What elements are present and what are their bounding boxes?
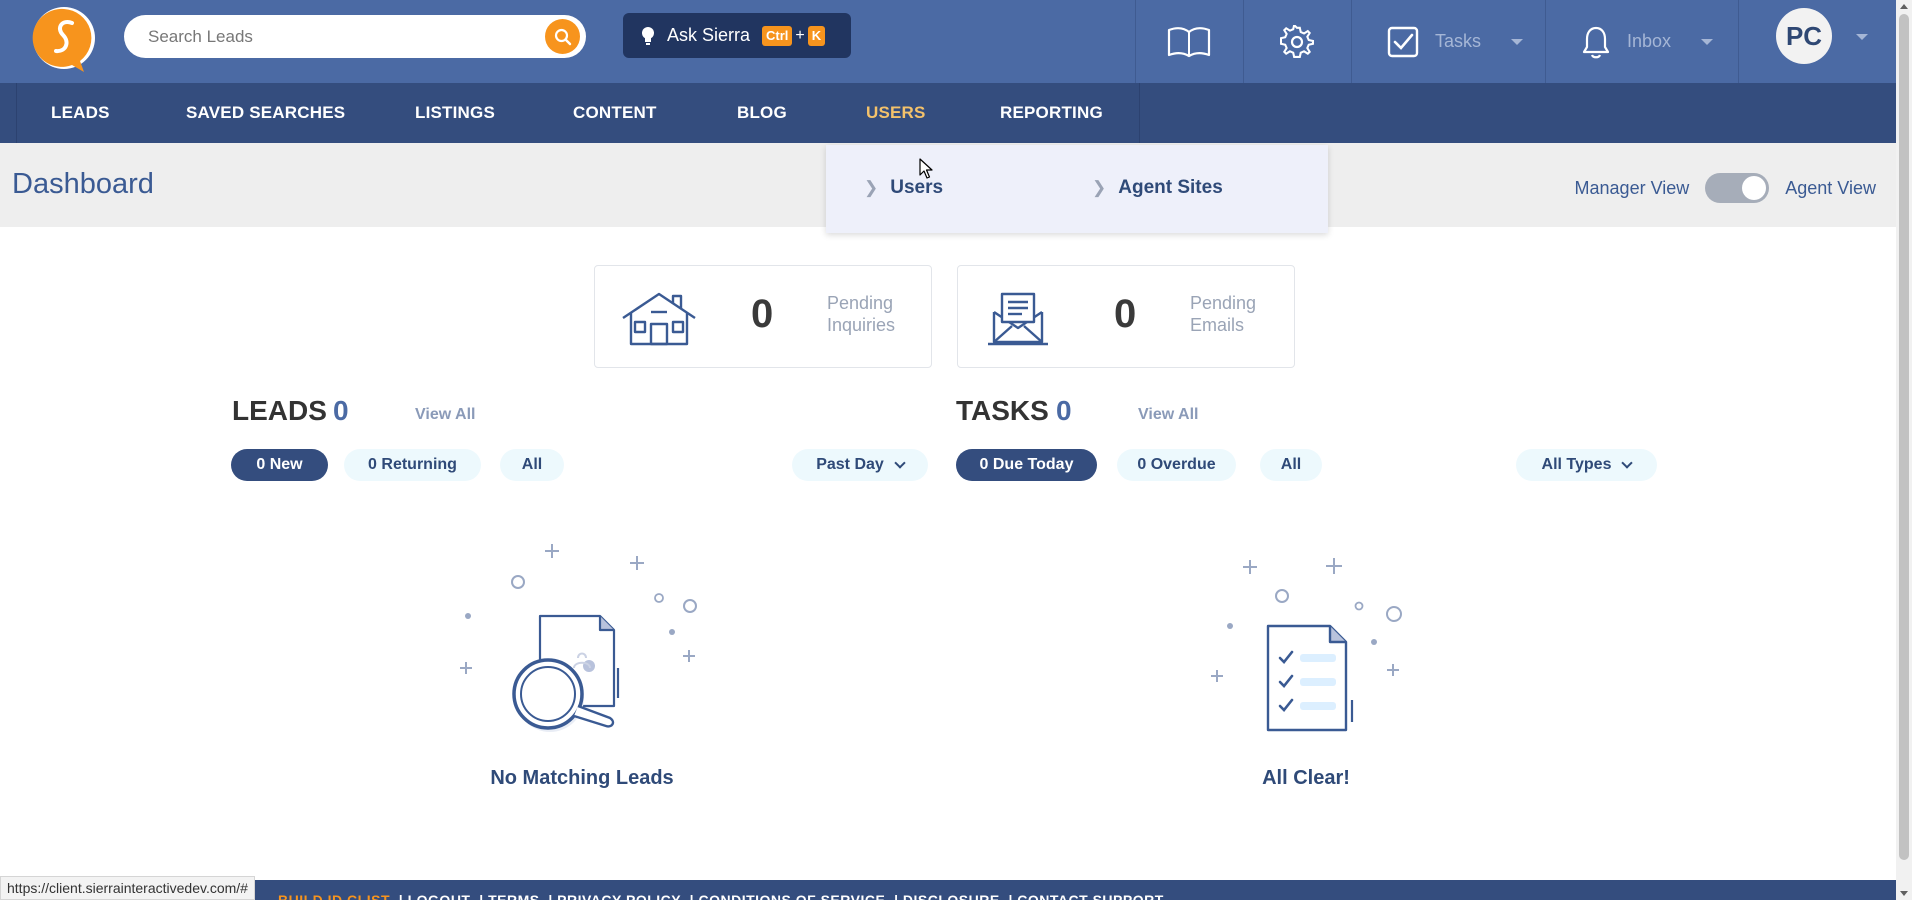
mouse-cursor-icon	[919, 158, 933, 179]
tasks-section-title: TASKS	[956, 395, 1049, 426]
stat-label-line: Pending	[1190, 293, 1257, 313]
tasks-label: Tasks	[1435, 31, 1482, 51]
manager-view-label[interactable]: Manager View	[1575, 178, 1690, 199]
chevron-down-icon[interactable]	[1856, 34, 1868, 40]
leads-filter-returning[interactable]: 0 Returning	[344, 449, 481, 481]
menu-item-agent-sites[interactable]: ❯ Agent Sites	[1092, 177, 1223, 199]
nav-item-leads[interactable]: LEADS	[51, 83, 110, 143]
chevron-right-icon: ❯	[1092, 178, 1107, 197]
menu-item-users[interactable]: ❯ Users	[864, 177, 943, 199]
scrollbar-thumb[interactable]	[1899, 14, 1909, 860]
footer-build-id: BUILD ID CLIST	[278, 892, 390, 900]
shortcut-plus: +	[795, 26, 805, 44]
vertical-scrollbar[interactable]	[1896, 0, 1912, 900]
search-button[interactable]	[545, 19, 580, 54]
lightbulb-icon	[642, 26, 654, 45]
tasks-view-all-link[interactable]: View All	[1138, 406, 1198, 424]
inbox-label: Inbox	[1627, 31, 1672, 51]
scroll-down-arrow-icon[interactable]	[1900, 891, 1908, 896]
pending-emails-card[interactable]: 0 Pending Emails	[957, 265, 1295, 368]
leads-count: 0	[333, 395, 349, 426]
menu-item-label: Users	[890, 177, 944, 198]
toggle-knob	[1742, 176, 1767, 200]
page-title: Dashboard	[12, 168, 154, 200]
tasks-type-dropdown[interactable]: All Types	[1516, 449, 1657, 481]
chevron-right-icon: ❯	[864, 178, 879, 197]
scroll-up-arrow-icon[interactable]	[1900, 4, 1908, 9]
gear-icon	[1280, 24, 1314, 58]
shortcut-key-k: K	[807, 25, 826, 46]
checkbox-icon	[1387, 26, 1419, 57]
stat-label: Pending Inquiries	[827, 292, 895, 336]
tasks-type-label: All Types	[1541, 456, 1612, 473]
house-icon	[622, 292, 696, 346]
view-toggle-switch[interactable]	[1705, 173, 1770, 203]
ask-sierra-button[interactable]: Ask Sierra Ctrl + K	[623, 13, 851, 58]
footer-link-logout[interactable]: LOGOUT	[408, 892, 471, 900]
status-bar-url: https://client.sierrainteractivedev.com/…	[0, 876, 255, 900]
agent-view-label[interactable]: Agent View	[1785, 178, 1876, 199]
stat-label: Pending Emails	[1190, 292, 1256, 336]
search-icon	[554, 28, 571, 45]
all-clear-illustration	[1211, 558, 1402, 732]
footer-link-conditions-of-service[interactable]: CONDITIONS OF SERVICE	[698, 892, 885, 900]
all-clear-message: All Clear!	[1262, 767, 1350, 789]
book-icon	[1167, 26, 1211, 57]
stat-value: 0	[751, 292, 774, 336]
stat-value: 0	[1114, 292, 1137, 336]
footer-link-contact-support[interactable]: CONTACT SUPPORT	[1017, 892, 1163, 900]
no-leads-illustration	[460, 544, 697, 732]
search-input[interactable]	[148, 15, 528, 58]
leads-filter-new[interactable]: 0 New	[231, 449, 328, 481]
tasks-filter-due-today[interactable]: 0 Due Today	[956, 449, 1097, 481]
users-dropdown-menu: ❯ Users ❯ Agent Sites	[826, 145, 1328, 233]
tasks-menu[interactable]: Tasks	[1351, 0, 1545, 83]
footer-link-privacy-policy[interactable]: PRIVACY POLICY	[557, 892, 681, 900]
leads-section-title: LEADS	[232, 395, 327, 426]
tasks-filter-all[interactable]: All	[1260, 449, 1322, 481]
leads-period-dropdown[interactable]: Past Day	[792, 449, 928, 481]
tasks-filter-overdue[interactable]: 0 Overdue	[1117, 449, 1236, 481]
tasks-count: 0	[1056, 395, 1072, 426]
avatar[interactable]: PC	[1776, 8, 1832, 64]
search-box	[124, 15, 586, 58]
shortcut-key-ctrl: Ctrl	[762, 25, 793, 46]
footer-link-disclosure[interactable]: DISCLOSURE	[903, 892, 1000, 900]
top-bar: Ask Sierra Ctrl + K Tasks	[0, 0, 1896, 83]
stat-label-line: Inquiries	[827, 315, 896, 335]
footer-link-terms[interactable]: TERMS	[488, 892, 540, 900]
main-nav: LEADS SAVED SEARCHES LISTINGS CONTENT BL…	[0, 83, 1896, 143]
inbox-menu[interactable]: Inbox	[1545, 0, 1738, 83]
envelope-icon	[988, 292, 1048, 346]
chevron-down-icon	[1511, 38, 1524, 45]
footer-links: BUILD ID CLIST | LOGOUT | TERMS | PRIVAC…	[278, 892, 1164, 900]
view-toggle: Manager View Agent View	[1575, 173, 1876, 203]
nav-items: LEADS SAVED SEARCHES LISTINGS CONTENT BL…	[16, 83, 1140, 143]
bell-icon	[1582, 26, 1610, 58]
menu-item-label: Agent Sites	[1118, 177, 1223, 198]
nav-item-saved-searches[interactable]: SAVED SEARCHES	[186, 83, 345, 143]
nav-item-listings[interactable]: LISTINGS	[415, 83, 495, 143]
nav-item-users[interactable]: USERS	[866, 83, 926, 143]
nav-item-reporting[interactable]: REPORTING	[1000, 83, 1103, 143]
chevron-down-icon	[894, 457, 906, 469]
nav-item-content[interactable]: CONTENT	[573, 83, 657, 143]
chevron-down-icon	[1621, 457, 1634, 469]
leads-view-all-link[interactable]: View All	[415, 406, 475, 424]
chevron-down-icon	[1701, 38, 1714, 45]
sierra-logo[interactable]	[32, 4, 96, 73]
no-leads-message: No Matching Leads	[490, 767, 674, 789]
pending-inquiries-card[interactable]: 0 Pending Inquiries	[594, 265, 932, 368]
divider	[1738, 0, 1739, 83]
nav-item-blog[interactable]: BLOG	[737, 83, 787, 143]
guide-button[interactable]	[1135, 0, 1243, 83]
leads-period-label: Past Day	[816, 456, 884, 473]
ask-sierra-label: Ask Sierra	[667, 25, 751, 45]
leads-filter-all[interactable]: All	[500, 449, 564, 481]
settings-button[interactable]	[1243, 0, 1351, 83]
stat-label-line: Pending	[827, 293, 894, 313]
stat-label-line: Emails	[1190, 315, 1245, 335]
footer: BUILD ID CLIST | LOGOUT | TERMS | PRIVAC…	[0, 880, 1896, 900]
